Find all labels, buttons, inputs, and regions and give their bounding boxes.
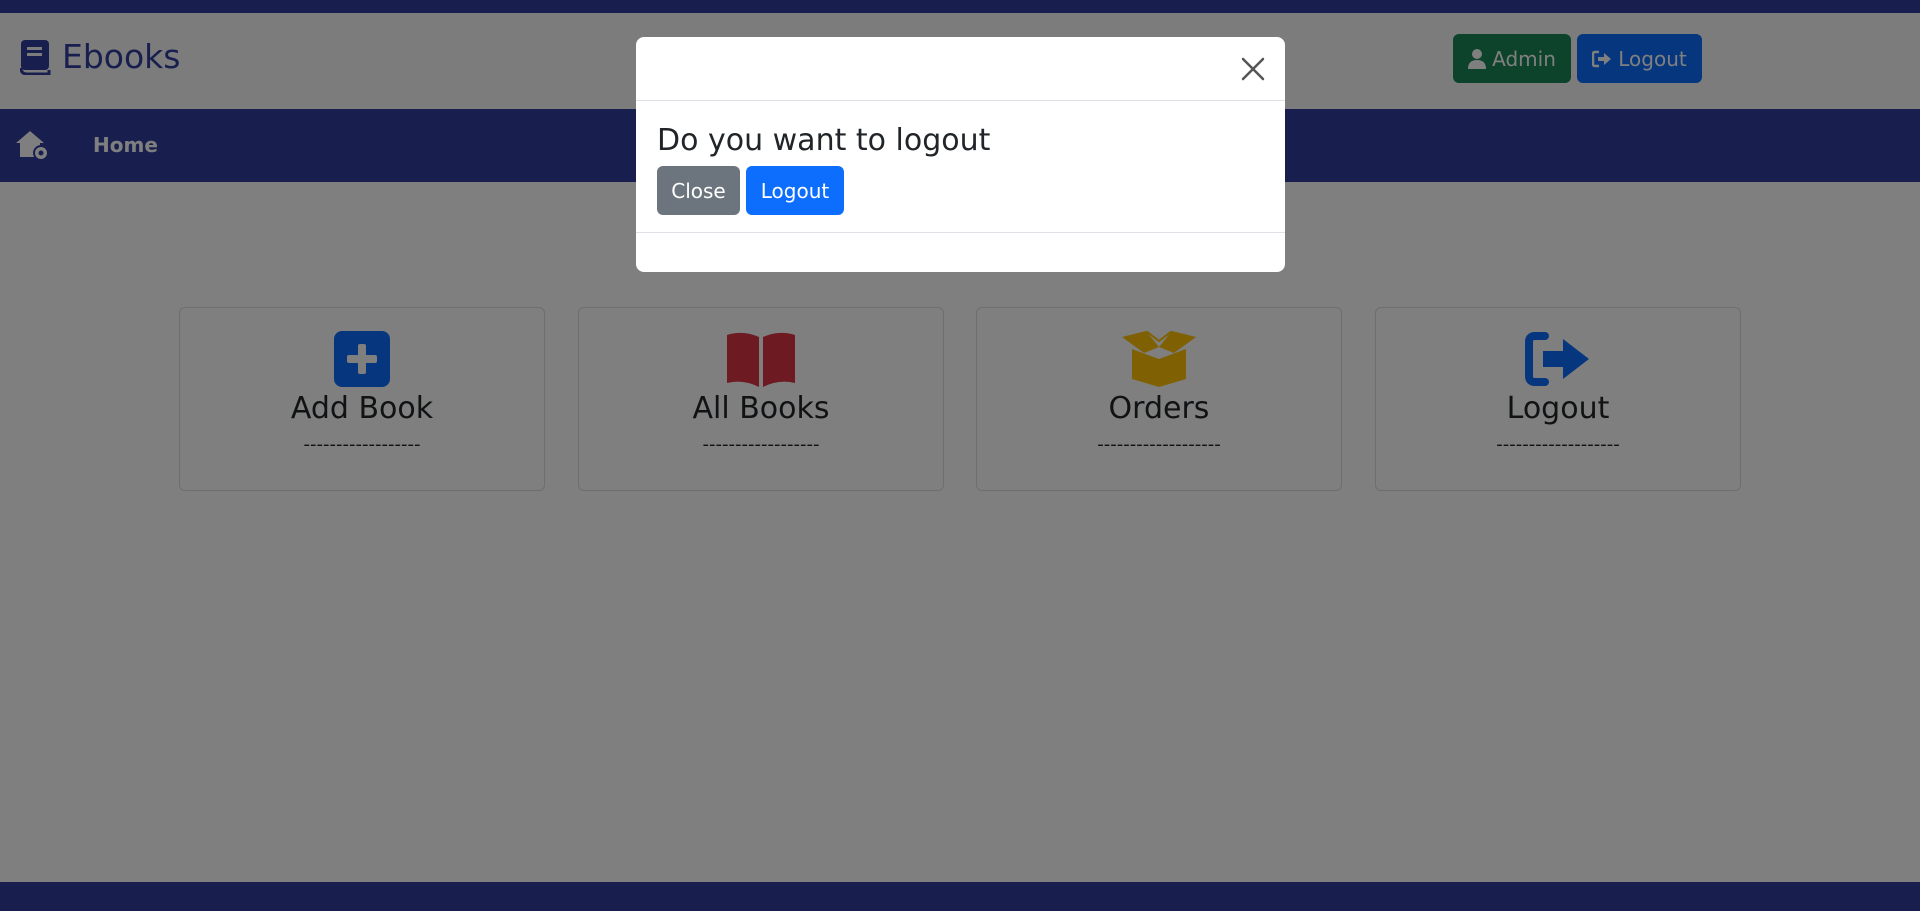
modal-body: Do you want to logout Close Logout [636, 101, 1285, 233]
confirm-logout-button[interactable]: Logout [746, 166, 844, 215]
close-button[interactable]: Close [657, 166, 740, 215]
modal-question: Do you want to logout [657, 123, 991, 158]
close-icon[interactable] [1239, 55, 1267, 83]
logout-modal: Do you want to logout Close Logout [636, 37, 1285, 272]
modal-header [636, 37, 1285, 101]
modal-actions: Close Logout [657, 166, 1264, 215]
